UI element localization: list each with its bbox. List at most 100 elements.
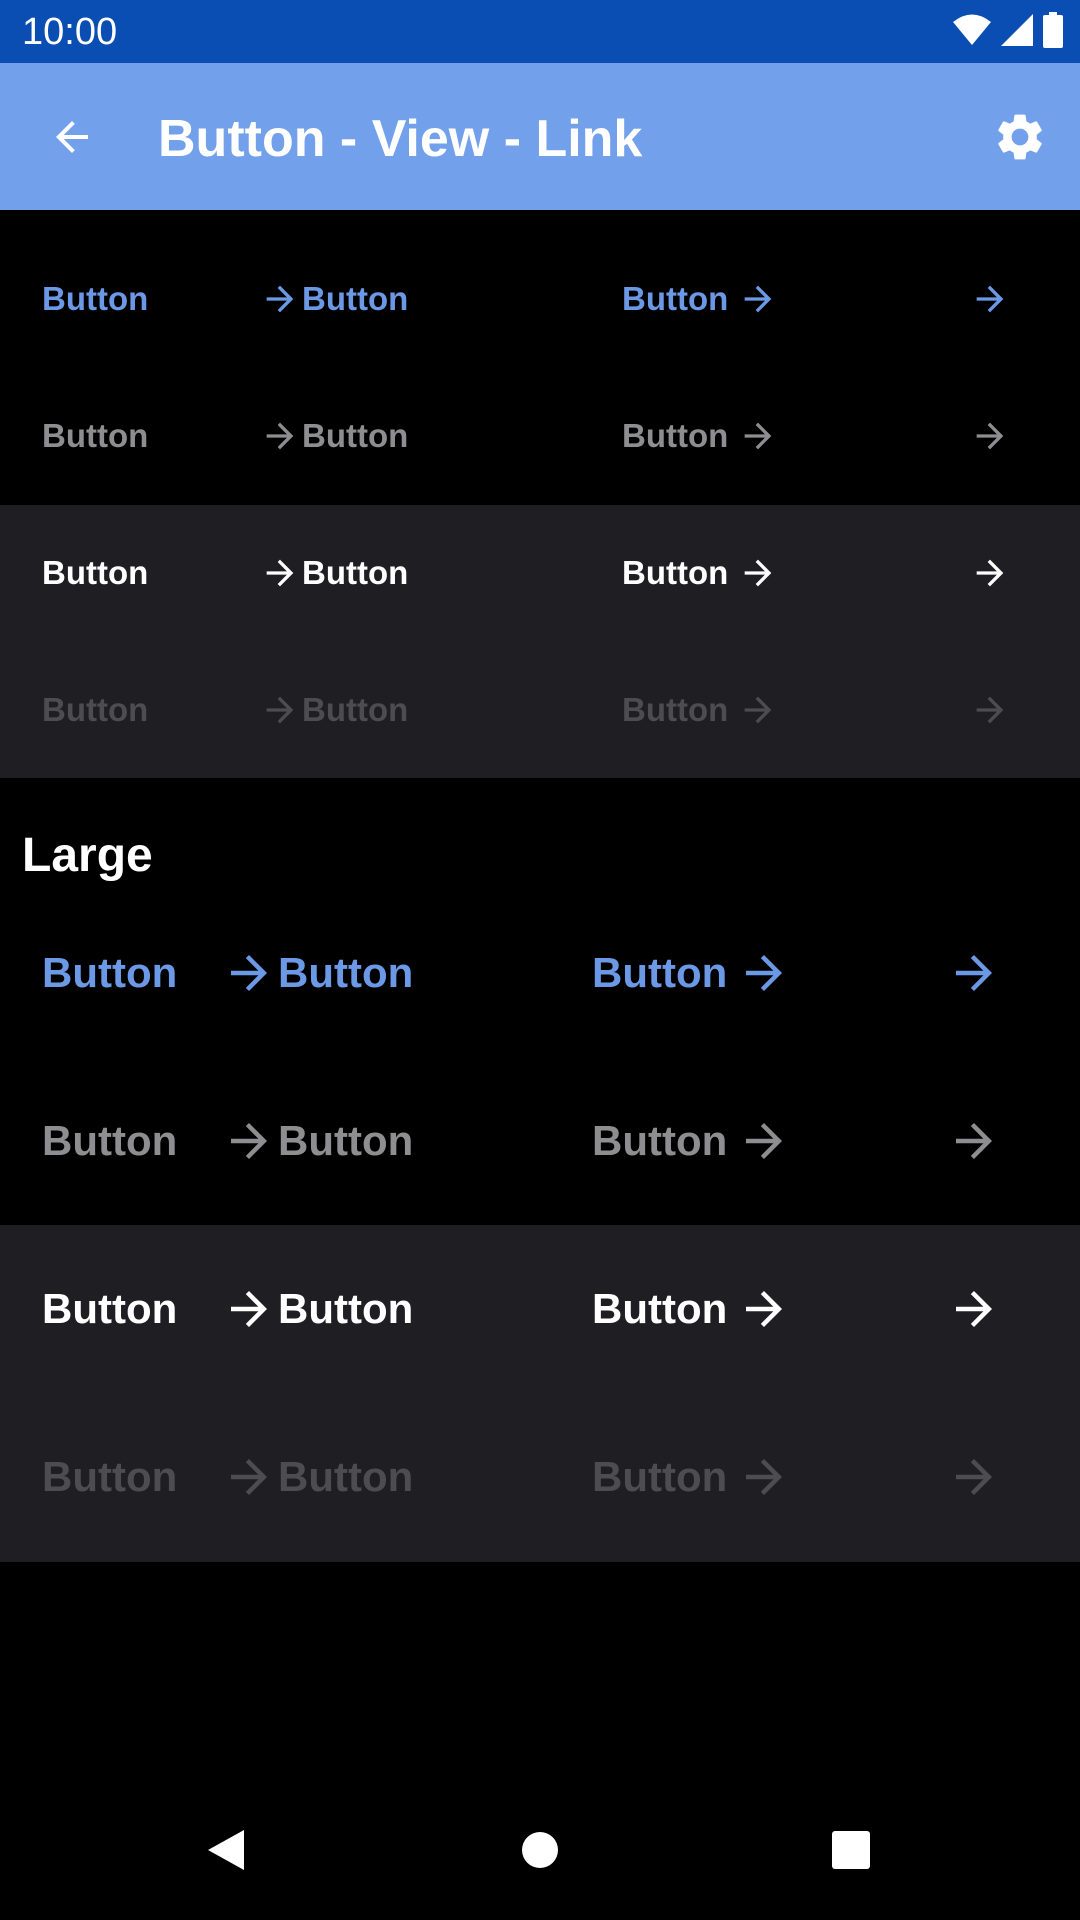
arrow-forward-icon bbox=[947, 946, 1001, 1000]
link-button-with-icon[interactable]: Button bbox=[592, 1114, 791, 1168]
link-button-label: Button bbox=[622, 417, 729, 454]
link-button-with-icon[interactable]: Button bbox=[622, 553, 778, 593]
link-button-label: Button bbox=[302, 554, 409, 591]
link-button-label: Button bbox=[302, 417, 409, 454]
arrow-forward-icon bbox=[947, 1450, 1001, 1504]
arrow-forward-icon bbox=[260, 416, 300, 456]
link-button-leading-label[interactable]: Button bbox=[278, 1282, 413, 1336]
arrow-forward-icon bbox=[738, 279, 778, 319]
arrow-forward-icon bbox=[947, 1282, 1001, 1336]
link-button-icon-only[interactable] bbox=[970, 279, 1010, 319]
wifi-icon bbox=[952, 14, 992, 51]
arrow-forward-icon bbox=[970, 553, 1010, 593]
link-button-label: Button bbox=[592, 1453, 728, 1500]
link-button-label: Button bbox=[278, 1453, 414, 1500]
link-button-leading-label[interactable]: Button bbox=[302, 553, 408, 593]
arrow-forward-icon bbox=[947, 1114, 1001, 1168]
link-button-icon-only[interactable] bbox=[947, 1114, 1001, 1168]
link-button-label: Button bbox=[42, 554, 149, 591]
link-button-leading-label[interactable]: Button bbox=[302, 279, 408, 319]
arrow-forward-icon bbox=[222, 1282, 276, 1336]
link-button-label: Button bbox=[42, 1117, 178, 1164]
link-button-label: Button bbox=[622, 691, 729, 728]
link-row-large-disabled: Button Button Button bbox=[0, 1450, 1080, 1504]
link-button-with-icon[interactable]: Button bbox=[592, 1282, 791, 1336]
link-row-large-accent: Button Button Button bbox=[0, 946, 1080, 1000]
section-heading-large: Large bbox=[22, 829, 153, 882]
link-button-with-icon[interactable]: Button bbox=[622, 279, 778, 319]
status-time: 10:00 bbox=[22, 11, 118, 53]
link-row-large-white: Button Button Button bbox=[0, 1282, 1080, 1336]
link-button-label: Button bbox=[42, 949, 178, 996]
page-title: Button - View - Link bbox=[158, 110, 643, 168]
link-button-label: Button bbox=[592, 949, 728, 996]
signal-icon bbox=[1000, 13, 1034, 52]
arrow-forward-icon bbox=[970, 416, 1010, 456]
arrow-forward-icon bbox=[222, 1450, 276, 1504]
link-button-label: Button bbox=[592, 1117, 728, 1164]
link-button-trailing-icon: Button bbox=[42, 690, 302, 730]
link-button-label: Button bbox=[42, 417, 149, 454]
battery-icon bbox=[1042, 11, 1064, 53]
link-button-icon-only bbox=[970, 690, 1010, 730]
link-button-label: Button bbox=[278, 949, 414, 996]
link-button-trailing-icon[interactable]: Button bbox=[42, 946, 278, 1000]
link-button-icon-only[interactable] bbox=[970, 416, 1010, 456]
nav-home-button[interactable] bbox=[504, 1816, 576, 1888]
link-button-leading-label: Button bbox=[278, 1450, 413, 1504]
link-button-leading-label[interactable]: Button bbox=[278, 1114, 413, 1168]
arrow-forward-icon bbox=[222, 946, 276, 1000]
link-button-label: Button bbox=[278, 1117, 414, 1164]
link-button-label: Button bbox=[42, 1453, 178, 1500]
link-button-with-icon[interactable]: Button bbox=[622, 416, 778, 456]
link-button-icon-only[interactable] bbox=[947, 1282, 1001, 1336]
link-button-trailing-icon[interactable]: Button bbox=[42, 279, 302, 319]
arrow-forward-icon bbox=[260, 690, 300, 730]
link-button-label: Button bbox=[302, 691, 409, 728]
link-row-large-secondary: Button Button Button bbox=[0, 1114, 1080, 1168]
inverse-surface-band-large bbox=[0, 1225, 1080, 1562]
link-button-trailing-icon[interactable]: Button bbox=[42, 1114, 278, 1168]
arrow-forward-icon bbox=[970, 690, 1010, 730]
system-nav-bar bbox=[0, 1780, 1080, 1920]
home-circle-icon bbox=[520, 1830, 560, 1875]
link-button-with-icon: Button bbox=[592, 1450, 791, 1504]
arrow-forward-icon bbox=[737, 1114, 791, 1168]
link-button-label: Button bbox=[42, 691, 149, 728]
link-button-trailing-icon[interactable]: Button bbox=[42, 1282, 278, 1336]
arrow-forward-icon bbox=[260, 279, 300, 319]
gear-icon bbox=[992, 109, 1048, 170]
link-button-trailing-icon[interactable]: Button bbox=[42, 416, 302, 456]
arrow-forward-icon bbox=[737, 1282, 791, 1336]
back-button[interactable] bbox=[36, 103, 108, 175]
link-button-leading-label[interactable]: Button bbox=[278, 946, 413, 1000]
link-button-trailing-icon[interactable]: Button bbox=[42, 553, 302, 593]
link-button-icon-only[interactable] bbox=[947, 946, 1001, 1000]
arrow-forward-icon bbox=[738, 416, 778, 456]
settings-button[interactable] bbox=[984, 103, 1056, 175]
arrow-forward-icon bbox=[738, 553, 778, 593]
link-row-small-accent: Button Button Button bbox=[0, 279, 1080, 319]
link-button-leading-label: Button bbox=[302, 690, 408, 730]
recents-square-icon bbox=[831, 1830, 871, 1875]
link-button-icon-only bbox=[947, 1450, 1001, 1504]
arrow-forward-icon bbox=[738, 690, 778, 730]
link-row-small-disabled: Button Button Button bbox=[0, 690, 1080, 730]
link-button-with-icon: Button bbox=[622, 690, 778, 730]
link-row-small-white: Button Button Button bbox=[0, 553, 1080, 593]
nav-recents-button[interactable] bbox=[815, 1816, 887, 1888]
link-button-with-icon[interactable]: Button bbox=[592, 946, 791, 1000]
link-button-label: Button bbox=[42, 280, 149, 317]
link-button-label: Button bbox=[622, 280, 729, 317]
arrow-back-icon bbox=[48, 113, 96, 166]
arrow-forward-icon bbox=[737, 1450, 791, 1504]
arrow-forward-icon bbox=[737, 946, 791, 1000]
link-button-icon-only[interactable] bbox=[970, 553, 1010, 593]
app-bar: Button - View - Link bbox=[0, 63, 1080, 210]
nav-back-button[interactable] bbox=[190, 1816, 262, 1888]
link-button-trailing-icon: Button bbox=[42, 1450, 278, 1504]
link-button-label: Button bbox=[592, 1285, 728, 1332]
link-button-leading-label[interactable]: Button bbox=[302, 416, 408, 456]
status-bar: 10:00 bbox=[0, 0, 1080, 63]
arrow-forward-icon bbox=[222, 1114, 276, 1168]
